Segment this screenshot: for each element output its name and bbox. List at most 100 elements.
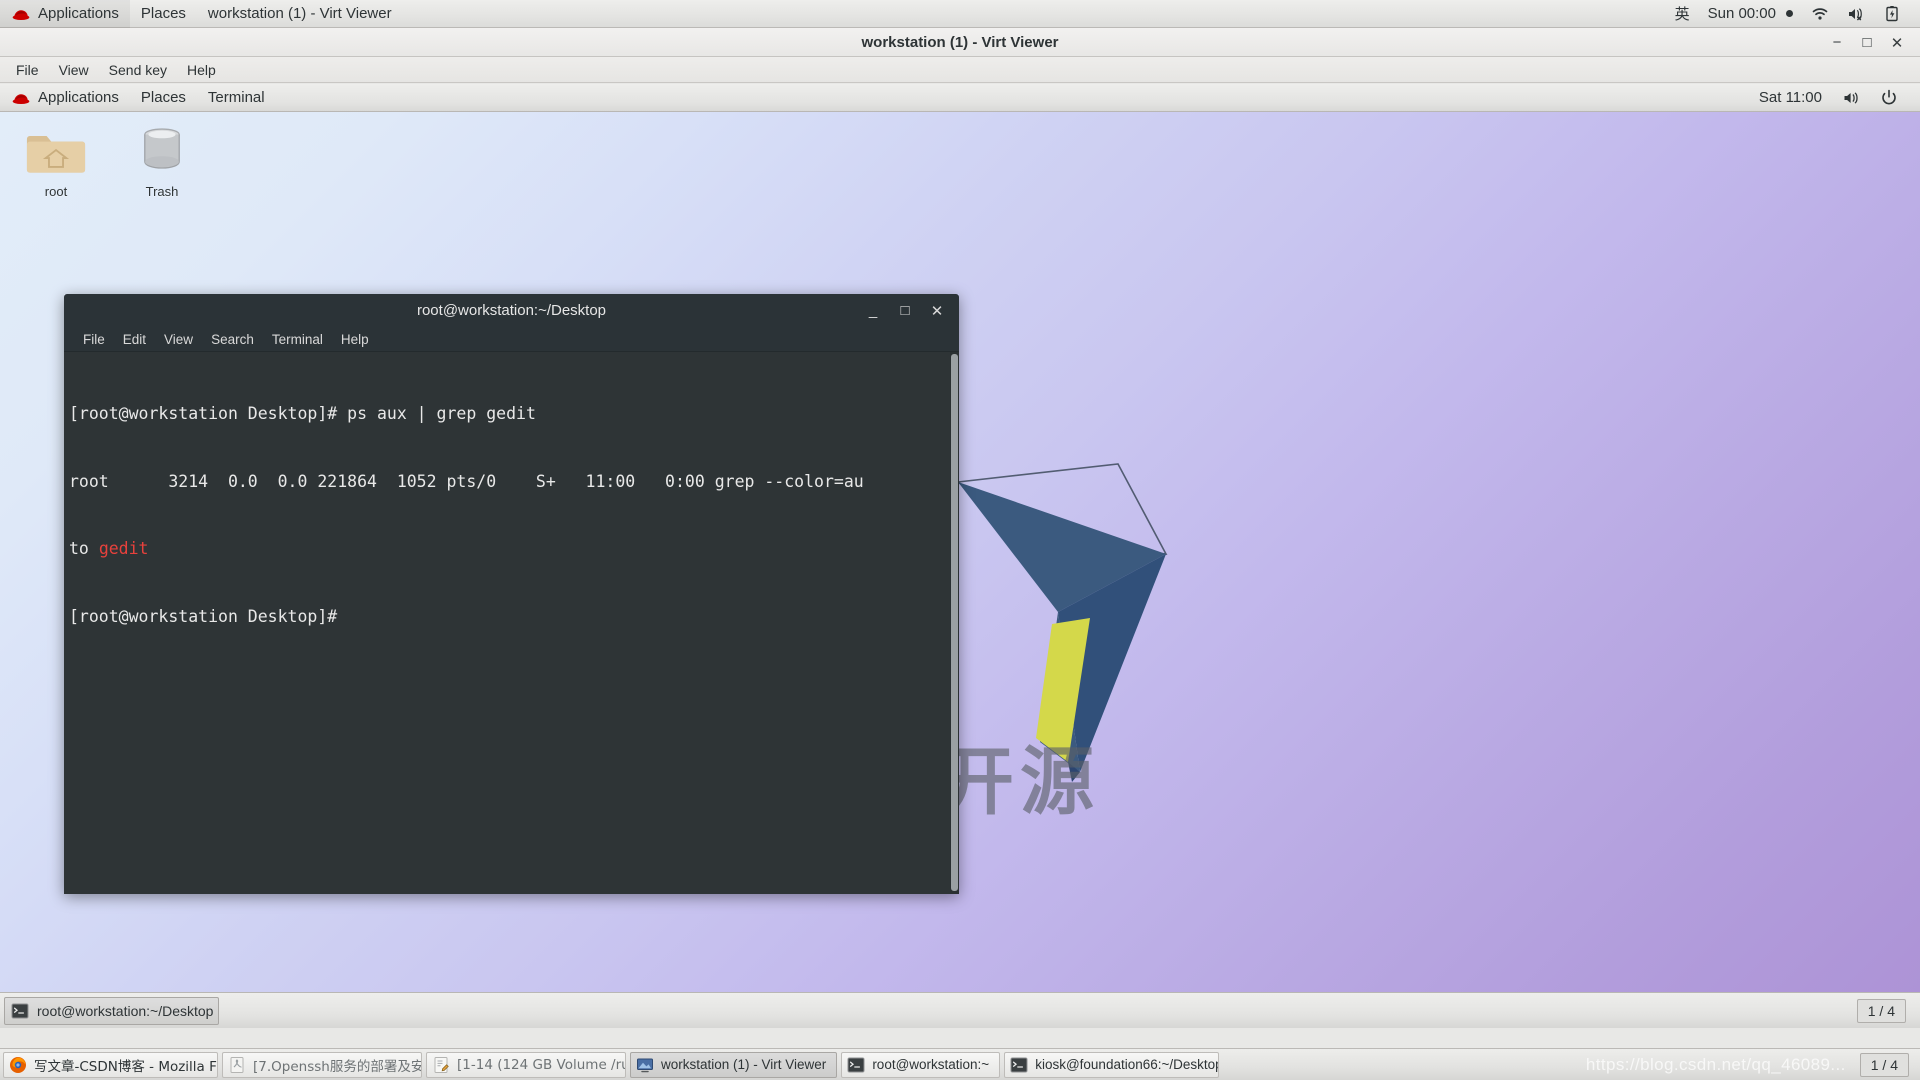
host-taskbar-item-terminal-root[interactable]: root@workstation:~ [841, 1051, 1001, 1078]
terminal-line: [root@workstation Desktop]# ps aux | gre… [69, 404, 536, 423]
host-workspace-pager[interactable]: 1 / 4 [1859, 1052, 1909, 1077]
host-taskbar-item-pdf[interactable]: [7.Openssh服务的部署及安全优化.pdf] [222, 1051, 422, 1078]
input-method-indicator[interactable]: 英 [1666, 0, 1699, 28]
volume-status[interactable] [1838, 0, 1874, 28]
terminal-menubar: File Edit View Search Terminal Help [64, 327, 959, 352]
terminal-menu-view[interactable]: View [155, 327, 202, 352]
terminal-window-controls: _ □ ✕ [857, 294, 953, 327]
virt-maximize-button[interactable]: □ [1852, 28, 1882, 57]
terminal-menu-file[interactable]: File [74, 327, 114, 352]
virt-menu-send-key[interactable]: Send key [99, 57, 177, 83]
redhat-logo-icon [11, 90, 31, 106]
wifi-icon [1811, 5, 1829, 23]
virt-close-button[interactable]: ✕ [1882, 28, 1912, 57]
virt-menu-help[interactable]: Help [177, 57, 226, 83]
guest-volume-status[interactable] [1832, 84, 1870, 112]
host-taskbar-item-label: root@workstation:~ [872, 1057, 990, 1072]
terminal-icon [11, 1002, 29, 1020]
host-clock[interactable]: Sun 00:00 [1699, 0, 1802, 28]
input-method-label: 英 [1674, 5, 1690, 23]
host-taskbar-item-terminal-kiosk[interactable]: kiosk@foundation66:~/Desktop [1004, 1051, 1220, 1078]
guest-applications-label: Applications [38, 88, 119, 106]
host-places-label: Places [140, 4, 186, 22]
host-window-list-entry[interactable]: workstation (1) - Virt Viewer [197, 0, 403, 28]
desktop-icon-root-label: root [44, 184, 68, 199]
terminal-scrollbar[interactable] [950, 352, 959, 894]
guest-taskbar-right: 1 / 4 [1856, 998, 1916, 1023]
virt-viewer-menubar: File View Send key Help [0, 57, 1920, 83]
virt-viewer-window: workstation (1) - Virt Viewer − □ ✕ File… [0, 28, 1920, 1028]
virt-menu-file[interactable]: File [6, 57, 49, 83]
host-taskbar-item-label: [1-14 (124 GB Volume /run/media/... [457, 1056, 625, 1073]
terminal-scroll-thumb[interactable] [951, 354, 958, 891]
guest-terminal-menu[interactable]: Terminal [197, 84, 276, 112]
terminal-titlebar[interactable]: root@workstation:~/Desktop _ □ ✕ [64, 294, 959, 327]
guest-display: Applications Places Terminal Sat 11:00 r… [0, 84, 1920, 1028]
firefox-icon [9, 1056, 27, 1074]
desktop-icon-trash[interactable]: Trash [120, 122, 204, 199]
guest-clock[interactable]: Sat 11:00 [1749, 84, 1832, 112]
host-applications-label: Applications [38, 4, 119, 22]
guest-taskbar-item-terminal[interactable]: root@workstation:~/Desktop [4, 996, 219, 1025]
host-places-menu[interactable]: Places [130, 0, 197, 28]
guest-workspace-pager[interactable]: 1 / 4 [1856, 998, 1906, 1023]
host-taskbar-item-label: 写文章-CSDN博客 - Mozilla Firefox [34, 1058, 217, 1075]
csdn-watermark: https://blog.csdn.net/qq_46089... [1585, 1054, 1846, 1074]
volume-icon [1842, 89, 1860, 107]
guest-taskbar-item-label: root@workstation:~/Desktop [37, 1002, 214, 1019]
terminal-output[interactable]: [root@workstation Desktop]# ps aux | gre… [64, 352, 959, 894]
volume-muted-icon [1847, 5, 1865, 23]
terminal-line: root 3214 0.0 0.0 221864 1052 pts/0 S+ 1… [69, 471, 864, 491]
host-top-panel: Applications Places workstation (1) - Vi… [0, 0, 1920, 28]
guest-applications-menu[interactable]: Applications [0, 84, 130, 112]
terminal-window: root@workstation:~/Desktop _ □ ✕ File Ed… [64, 294, 959, 894]
host-taskbar-item-document[interactable]: [1-14 (124 GB Volume /run/media/... [426, 1051, 626, 1078]
network-status[interactable] [1802, 0, 1838, 28]
virt-menu-view[interactable]: View [49, 57, 99, 83]
battery-status[interactable] [1874, 0, 1910, 28]
host-clock-label: Sun 00:00 [1707, 5, 1776, 22]
host-taskbar-item-virt-viewer[interactable]: workstation (1) - Virt Viewer [630, 1051, 838, 1078]
terminal-menu-terminal[interactable]: Terminal [263, 327, 332, 352]
terminal-icon [847, 1056, 865, 1074]
terminal-line-text: to [69, 539, 99, 558]
text-editor-icon [432, 1056, 450, 1074]
guest-places-menu[interactable]: Places [130, 84, 197, 112]
terminal-line: to gedit [69, 538, 959, 561]
desktop-icon-root[interactable]: root [14, 126, 98, 199]
terminal-minimize-button[interactable]: _ [857, 294, 889, 327]
virt-minimize-button[interactable]: − [1822, 28, 1852, 57]
terminal-menu-edit[interactable]: Edit [114, 327, 155, 352]
home-folder-icon [26, 136, 86, 180]
terminal-close-button[interactable]: ✕ [921, 294, 953, 327]
guest-desktop[interactable]: 西部开源 root [0, 112, 1920, 992]
host-taskbar-right: https://blog.csdn.net/qq_46089... 1 / 4 [1585, 1052, 1917, 1077]
guest-clock-label: Sat 11:00 [1758, 89, 1822, 106]
terminal-icon [1010, 1056, 1028, 1074]
redhat-logo-icon [11, 6, 31, 22]
trash-icon [133, 128, 191, 180]
notification-dot-icon [1786, 10, 1793, 17]
guest-taskbar: root@workstation:~/Desktop 1 / 4 [0, 992, 1920, 1028]
host-taskbar-item-label: [7.Openssh服务的部署及安全优化.pdf] [253, 1058, 421, 1075]
host-applications-menu[interactable]: Applications [0, 0, 130, 28]
guest-power-menu[interactable] [1870, 84, 1908, 112]
guest-places-label: Places [140, 88, 186, 106]
virt-viewer-icon [636, 1056, 654, 1074]
host-taskbar-item-label: workstation (1) - Virt Viewer [661, 1057, 827, 1072]
host-window-list-label: workstation (1) - Virt Viewer [207, 4, 392, 22]
host-taskbar: 写文章-CSDN博客 - Mozilla Firefox [7.Openssh服… [0, 1048, 1920, 1080]
host-taskbar-item-firefox[interactable]: 写文章-CSDN博客 - Mozilla Firefox [3, 1051, 218, 1078]
battery-charging-icon [1883, 5, 1901, 23]
power-icon [1880, 89, 1898, 107]
terminal-menu-help[interactable]: Help [332, 327, 378, 352]
terminal-maximize-button[interactable]: □ [889, 294, 921, 327]
terminal-grep-match: gedit [98, 539, 149, 558]
virt-viewer-window-controls: − □ ✕ [1822, 28, 1912, 57]
terminal-menu-search[interactable]: Search [202, 327, 263, 352]
virt-viewer-titlebar[interactable]: workstation (1) - Virt Viewer − □ ✕ [0, 28, 1920, 57]
paper-plane-logo-icon [940, 442, 1370, 812]
pdf-viewer-icon [228, 1056, 246, 1074]
host-taskbar-item-label: kiosk@foundation66:~/Desktop [1035, 1057, 1220, 1072]
guest-top-panel: Applications Places Terminal Sat 11:00 [0, 84, 1920, 112]
